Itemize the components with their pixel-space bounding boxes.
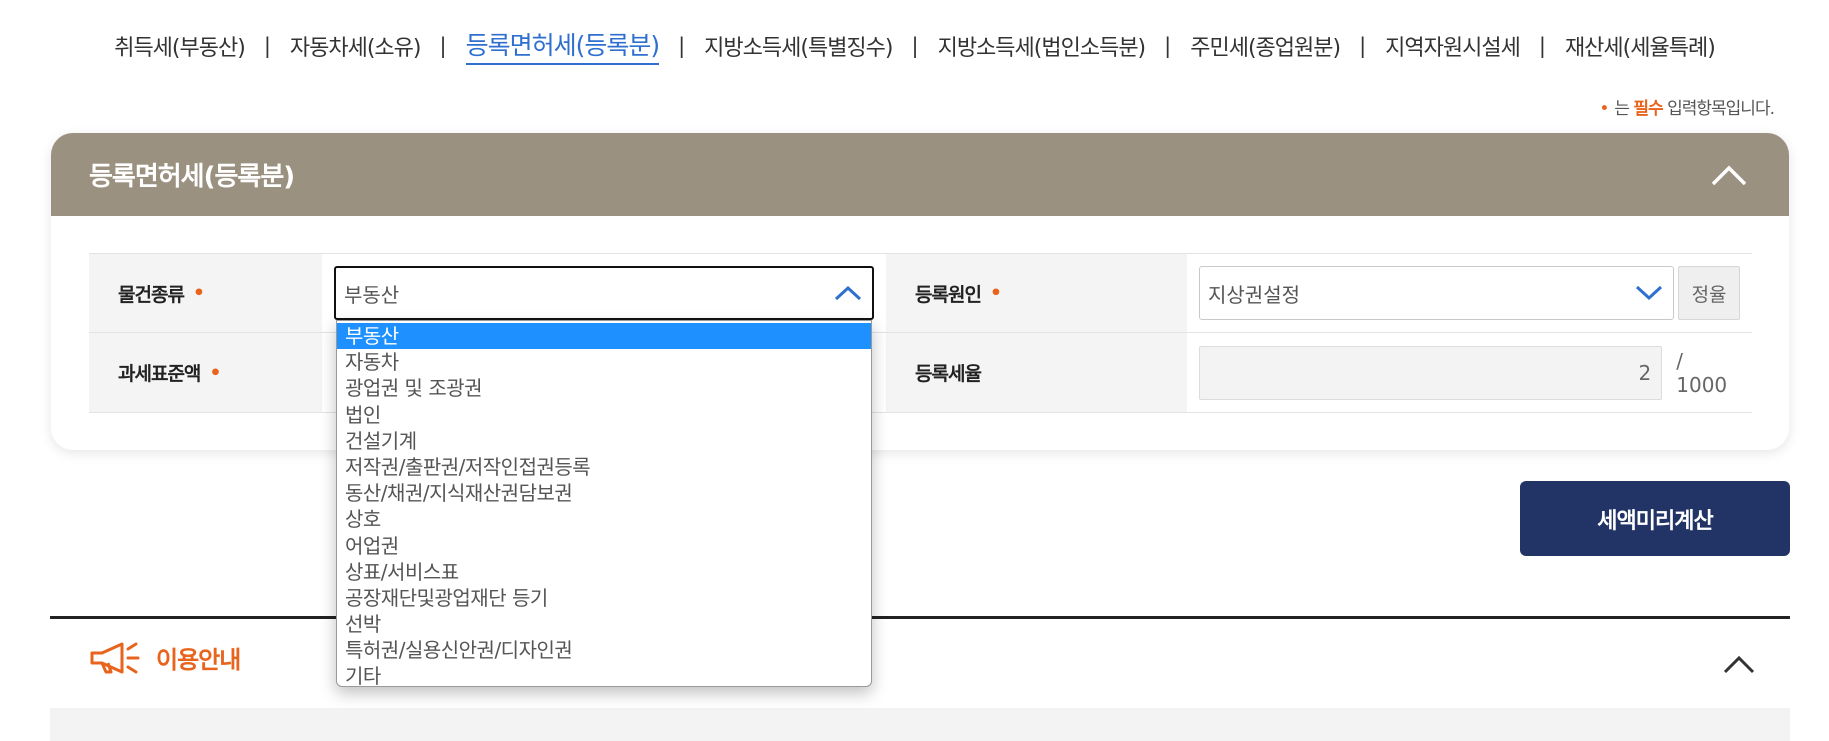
registration-tax-card: 등록면허세(등록분) 물건종류 • 부동산 등록원인 • 지상권설정 정율 과세… [51, 133, 1789, 450]
required-dot: • [1599, 99, 1609, 119]
tab-vehicle-tax[interactable]: 자동차세(소유) [290, 30, 422, 62]
item-type-select[interactable]: 부동산 [334, 266, 874, 320]
reg-cause-label: 등록원인 • [886, 254, 1187, 332]
tab-acquisition-tax[interactable]: 취득세(부동산) [114, 30, 246, 62]
tab-separator: | [678, 33, 686, 58]
dropdown-option[interactable]: 특허권/실용신안권/디자인권 [337, 637, 871, 663]
guide-divider [50, 616, 1790, 619]
card-header: 등록면허세(등록분) [51, 133, 1789, 216]
dropdown-option[interactable]: 공장재단및광업재단 등기 [337, 585, 871, 611]
reg-rate-label-text: 등록세율 [915, 363, 982, 385]
item-type-dropdown-list: 부동산 자동차 광업권 및 조광권 법인 건설기계 저작권/출판권/저작인접권등… [336, 320, 872, 689]
tab-resident-tax-employee[interactable]: 주민세(종업원분) [1190, 30, 1341, 62]
required-note-prefix: 는 [1614, 99, 1634, 119]
tax-type-tabs: 취득세(부동산) | 자동차세(소유) | 등록면허세(등록분) | 지방소득세… [0, 26, 1829, 65]
dropdown-option[interactable]: 동산/채권/지식재산권담보권 [337, 480, 871, 506]
tax-base-label: 과세표준액 • [89, 333, 322, 412]
reg-rate-label: 등록세율 [886, 333, 1187, 412]
dropdown-option[interactable]: 상표/서비스표 [337, 559, 871, 585]
dropdown-option[interactable]: 기타 [337, 663, 871, 689]
megaphone-icon [90, 642, 140, 673]
reg-cause-label-text: 등록원인 [915, 283, 982, 306]
collapse-button[interactable] [1707, 153, 1751, 197]
required-dot: • [209, 361, 221, 384]
dropdown-option[interactable]: 광업권 및 조광권 [337, 375, 871, 401]
item-type-value: 부동산 [344, 282, 400, 307]
dropdown-option[interactable]: 어업권 [337, 533, 871, 559]
guide-header[interactable]: 이용안내 [88, 640, 241, 675]
required-dot: • [989, 282, 1002, 304]
tab-separator: | [911, 33, 919, 58]
sort-button[interactable]: 정율 [1678, 266, 1740, 320]
dropdown-option[interactable]: 저작권/출판권/저작인접권등록 [337, 454, 871, 480]
reg-cause-select[interactable]: 지상권설정 [1199, 266, 1675, 320]
dropdown-option[interactable]: 부동산 [337, 323, 871, 350]
required-note-emphasis: 필수 [1633, 99, 1663, 119]
tax-base-label-text: 과세표준액 [118, 363, 201, 385]
dropdown-option[interactable]: 법인 [337, 402, 871, 428]
reg-rate-input: 2 [1199, 345, 1663, 400]
required-field-note: • 는 필수 입력항목입니다. [1599, 94, 1775, 119]
chevron-up-icon [1711, 165, 1747, 185]
tab-separator: | [1164, 33, 1172, 58]
tab-separator: | [1538, 33, 1546, 58]
guide-title: 이용안내 [156, 646, 241, 674]
reg-cause-value: 지상권설정 [1208, 282, 1300, 307]
tax-preview-calc-button[interactable]: 세액미리계산 [1520, 481, 1790, 556]
item-type-label-text: 물건종류 [118, 283, 185, 306]
tab-separator: | [1359, 33, 1367, 58]
reg-cause-cell: 지상권설정 정율 [1187, 254, 1752, 332]
reg-rate-unit: / 1000 [1676, 348, 1728, 397]
card-title: 등록면허세(등록분) [89, 162, 295, 192]
required-dot: • [192, 282, 205, 304]
dropdown-option[interactable]: 건설기계 [337, 428, 871, 454]
reg-rate-cell: 2 / 1000 [1187, 333, 1752, 412]
dropdown-option[interactable]: 선박 [337, 611, 871, 637]
tab-registration-license-tax[interactable]: 등록면허세(등록분) [465, 26, 660, 65]
tab-property-tax-special[interactable]: 재산세(세율특례) [1565, 30, 1716, 62]
dropdown-option[interactable]: 상호 [337, 506, 871, 532]
chevron-up-icon [834, 285, 862, 301]
guide-content [50, 708, 1790, 741]
tab-local-income-tax-corporate[interactable]: 지방소득세(법인소득분) [938, 30, 1147, 62]
tab-separator: | [263, 33, 271, 58]
tab-local-income-tax-withholding[interactable]: 지방소득세(특별징수) [704, 30, 893, 62]
item-type-label: 물건종류 • [89, 254, 322, 332]
tab-regional-resource-tax[interactable]: 지역자원시설세 [1385, 30, 1521, 62]
chevron-down-icon [1636, 285, 1663, 301]
required-note-suffix: 입력항목입니다. [1662, 99, 1775, 119]
dropdown-option[interactable]: 자동차 [337, 349, 871, 375]
tab-separator: | [439, 33, 447, 58]
chevron-up-icon[interactable] [1721, 648, 1757, 678]
